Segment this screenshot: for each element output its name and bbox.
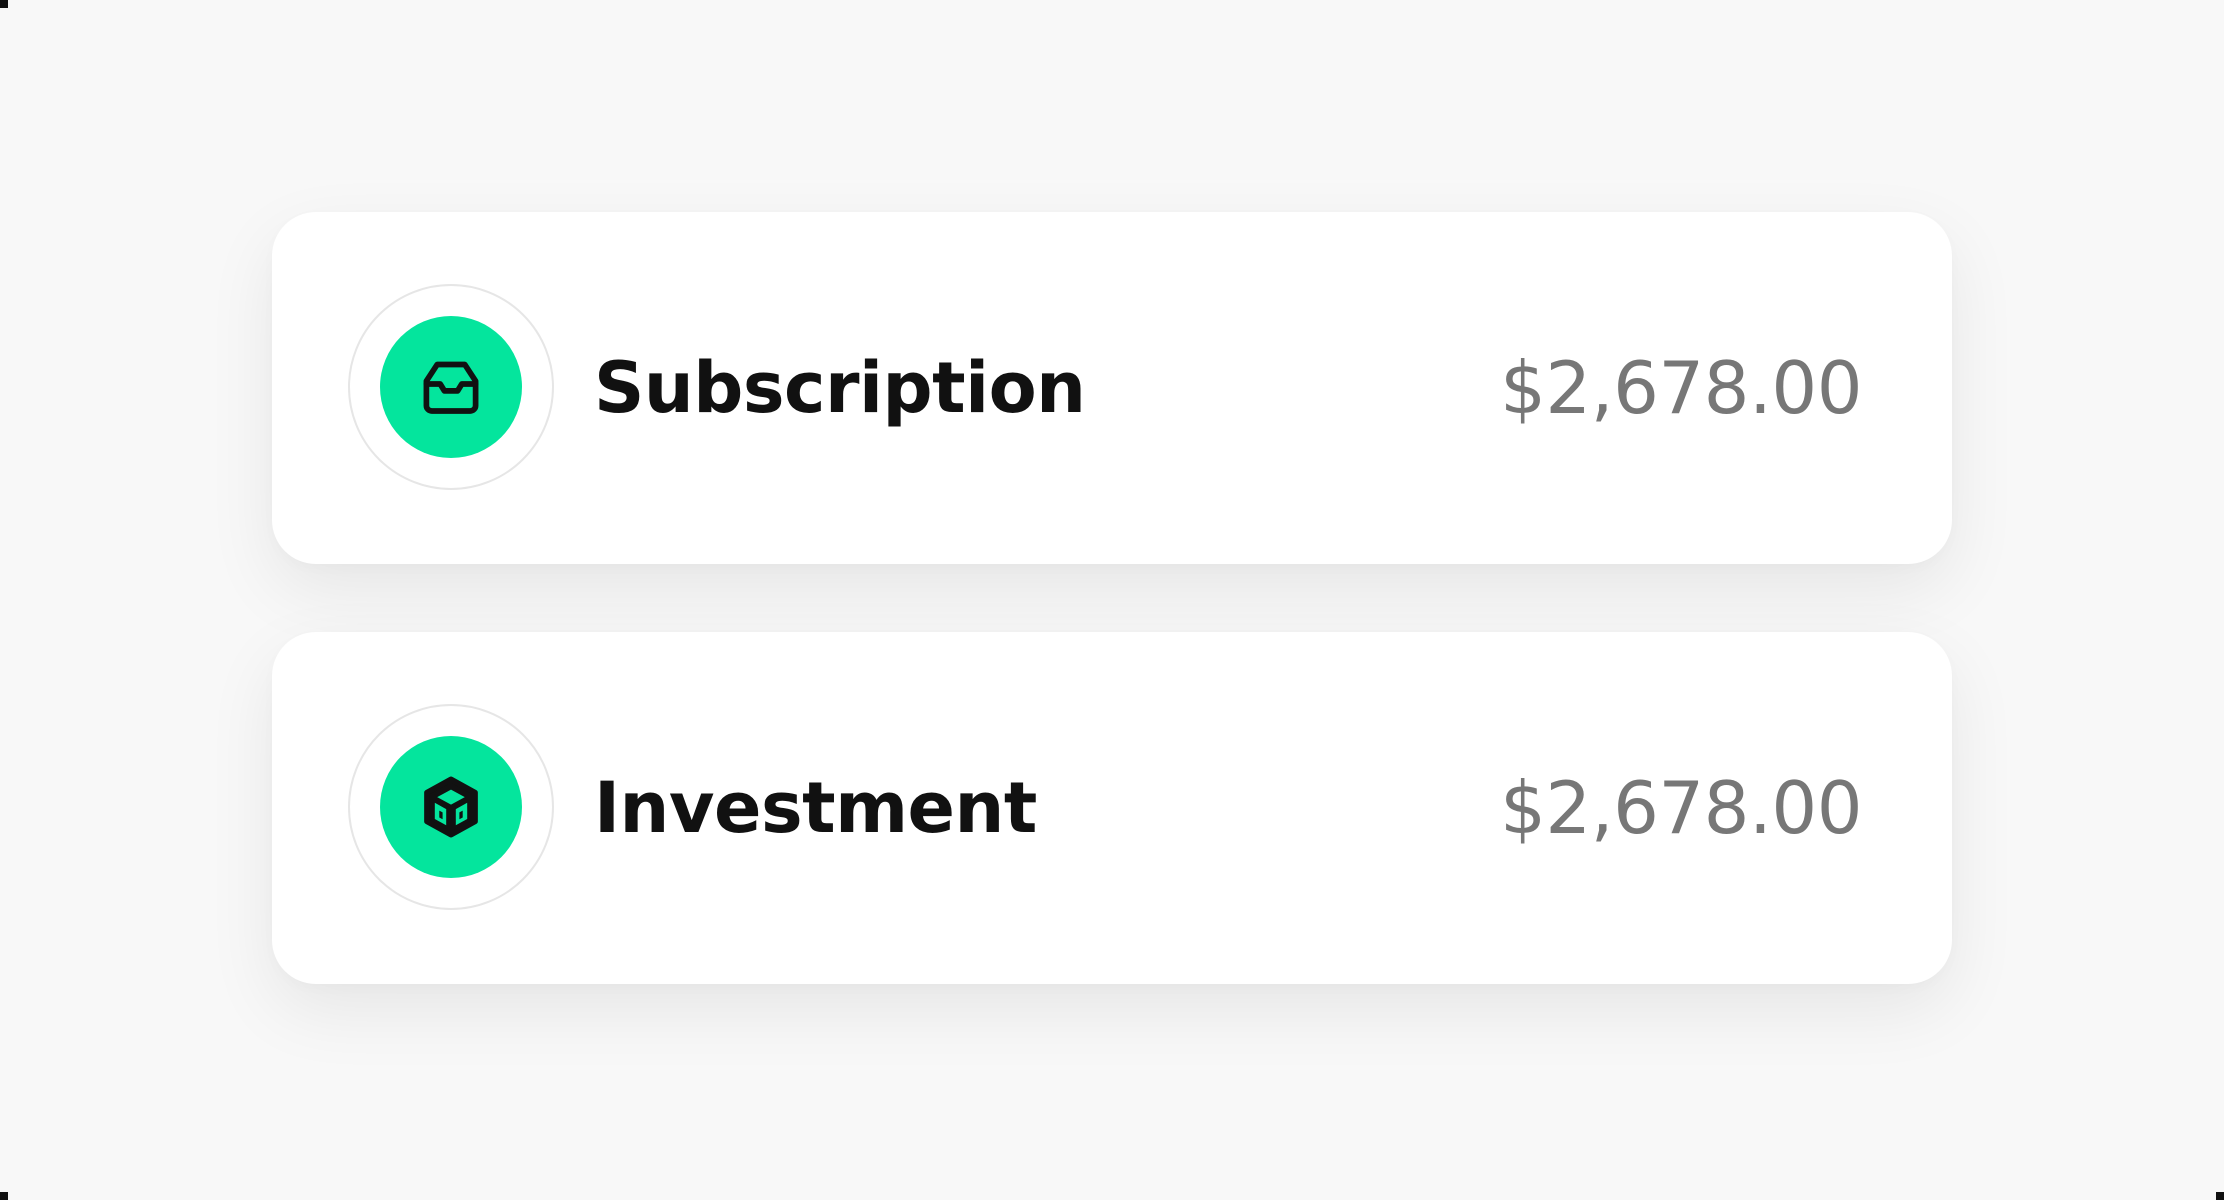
corner-mark [0, 0, 8, 8]
inbox-icon [423, 361, 479, 414]
transaction-card-investment[interactable]: Investment $2,678.00 [272, 632, 1952, 984]
transaction-amount: $2,678.00 [1500, 766, 1862, 850]
transaction-card-subscription[interactable]: Subscription $2,678.00 [272, 212, 1952, 564]
icon-badge [380, 316, 522, 458]
transaction-amount: $2,678.00 [1500, 346, 1862, 430]
cube-icon [424, 776, 478, 838]
corner-mark [2216, 1192, 2224, 1200]
icon-ring [348, 704, 554, 910]
icon-badge [380, 736, 522, 878]
icon-ring [348, 284, 554, 490]
corner-mark [0, 1192, 8, 1200]
transaction-label: Investment [594, 767, 1037, 849]
transaction-label: Subscription [594, 347, 1086, 429]
